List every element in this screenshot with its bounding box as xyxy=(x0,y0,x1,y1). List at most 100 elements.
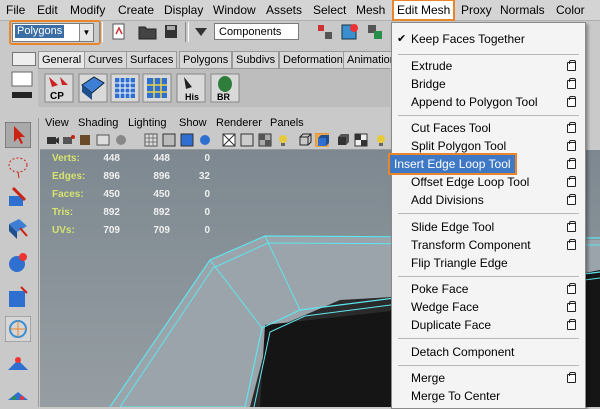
two-d-pan-icon[interactable] xyxy=(114,133,128,147)
xray-icon[interactable] xyxy=(222,133,236,147)
rotate-tool-icon[interactable] xyxy=(5,250,31,276)
wireframe-icon[interactable] xyxy=(162,133,176,147)
shelf-tab-polygons[interactable]: Polygons xyxy=(179,51,233,68)
chevron-down-icon[interactable]: ▼ xyxy=(79,24,93,41)
select-by-hierarchy-icon[interactable] xyxy=(316,23,334,41)
select-by-object-icon[interactable] xyxy=(340,22,360,42)
option-box-icon[interactable] xyxy=(567,78,576,89)
menu-item-extrude[interactable]: Extrude xyxy=(392,57,585,75)
panel-menu-panels[interactable]: Panels xyxy=(270,116,304,131)
panel-menu-shading[interactable]: Shading xyxy=(78,116,118,131)
shelf-tab-deformation[interactable]: Deformation xyxy=(279,51,347,68)
shaded-sphere-icon[interactable] xyxy=(198,133,212,147)
bookmark-icon[interactable] xyxy=(78,133,92,147)
panel-menu-lighting[interactable]: Lighting xyxy=(128,116,167,131)
menu-item-merge-to-center[interactable]: Merge To Center xyxy=(392,387,585,405)
shelf-tab-surfaces[interactable]: Surfaces xyxy=(126,51,178,68)
combine-cp-icon[interactable]: CP xyxy=(44,73,74,103)
menu-edit-mesh[interactable]: Edit Mesh xyxy=(392,0,456,21)
menu-item-poke-face[interactable]: Poke Face xyxy=(392,280,585,298)
select-by-component-icon[interactable] xyxy=(366,22,384,42)
menu-set-toggle[interactable] xyxy=(12,52,36,66)
selection-mask-field[interactable]: Components xyxy=(214,23,299,40)
bevel-icon[interactable]: BR xyxy=(210,73,240,103)
menu-item-detach-component[interactable]: Detach Component xyxy=(392,343,585,361)
menu-file[interactable]: File xyxy=(3,0,28,20)
selection-mask-arrow-icon[interactable] xyxy=(193,25,209,39)
menu-item-wedge-face[interactable]: Wedge Face xyxy=(392,298,585,316)
panel-menu-view[interactable]: View xyxy=(45,116,69,131)
menu-item-append-to-polygon-tool[interactable]: Append to Polygon Tool xyxy=(392,93,585,111)
menu-item-offset-edge-loop-tool[interactable]: Offset Edge Loop Tool xyxy=(392,173,585,191)
menu-item-insert-edge-loop-tool[interactable]: Insert Edge Loop Tool xyxy=(388,153,585,175)
grid-icon[interactable] xyxy=(110,73,140,103)
light-bulb-icon[interactable] xyxy=(374,133,388,147)
lasso-tool-icon[interactable] xyxy=(5,154,31,180)
mode-select[interactable]: Polygons ▼ xyxy=(12,23,94,42)
option-box-icon[interactable] xyxy=(567,239,576,250)
shelf-tab-subdivs[interactable]: Subdivs xyxy=(232,51,280,68)
menu-item-keep-faces-together[interactable]: ✔ Keep Faces Together xyxy=(392,30,585,48)
option-box-icon[interactable] xyxy=(567,221,576,232)
option-box-icon[interactable] xyxy=(567,140,576,151)
option-box-icon[interactable] xyxy=(567,60,576,71)
manipulator-icon[interactable] xyxy=(5,316,31,342)
smooth-shade-icon[interactable] xyxy=(180,133,194,147)
menu-item-bridge[interactable]: Bridge xyxy=(392,75,585,93)
move-tool-icon[interactable] xyxy=(5,216,31,242)
history-icon[interactable]: His xyxy=(176,73,206,103)
new-scene-icon[interactable] xyxy=(110,23,128,41)
option-box-icon[interactable] xyxy=(567,319,576,330)
menu-normals[interactable]: Normals xyxy=(497,0,548,20)
save-icon[interactable] xyxy=(163,23,179,41)
panel-menu-show[interactable]: Show xyxy=(179,116,207,131)
menu-window[interactable]: Window xyxy=(210,0,259,20)
menu-item-add-divisions[interactable]: Add Divisions xyxy=(392,191,585,209)
menu-assets[interactable]: Assets xyxy=(263,0,305,20)
option-box-icon[interactable] xyxy=(567,194,576,205)
menu-mesh[interactable]: Mesh xyxy=(353,0,388,20)
lighting-icon[interactable] xyxy=(276,133,290,147)
menu-item-merge[interactable]: Merge xyxy=(392,369,585,387)
paint-select-icon[interactable] xyxy=(5,184,31,210)
checker-icon[interactable] xyxy=(354,133,368,147)
option-box-icon[interactable] xyxy=(567,283,576,294)
last-tool-icon[interactable] xyxy=(5,380,31,406)
option-box-icon[interactable] xyxy=(567,96,576,107)
textured-icon[interactable] xyxy=(258,133,272,147)
isolate-icon[interactable] xyxy=(240,133,254,147)
camera-select-icon[interactable] xyxy=(46,133,60,147)
menu-select[interactable]: Select xyxy=(310,0,349,20)
grid-toggle-icon[interactable] xyxy=(144,133,158,147)
shelf-tab-curves[interactable]: Curves xyxy=(84,51,127,68)
menu-item-slide-edge-tool[interactable]: Slide Edge Tool xyxy=(392,218,585,236)
option-box-icon[interactable] xyxy=(567,158,576,169)
uv-icon[interactable] xyxy=(142,73,172,103)
option-box-icon[interactable] xyxy=(567,122,576,133)
menu-display[interactable]: Display xyxy=(161,0,206,20)
panel-menu-renderer[interactable]: Renderer xyxy=(216,116,262,131)
image-plane-icon[interactable] xyxy=(96,133,110,147)
menu-item-cut-faces-tool[interactable]: Cut Faces Tool xyxy=(392,119,585,137)
menu-item-flip-triangle-edge[interactable]: Flip Triangle Edge xyxy=(392,254,585,272)
option-box-icon[interactable] xyxy=(567,176,576,187)
wire-cube-icon[interactable] xyxy=(298,133,312,147)
scale-tool-icon[interactable] xyxy=(5,284,31,310)
menu-edit[interactable]: Edit xyxy=(34,0,61,20)
option-box-icon[interactable] xyxy=(567,372,576,383)
menu-create[interactable]: Create xyxy=(115,0,157,20)
open-folder-icon[interactable] xyxy=(138,23,158,41)
dark-cube-icon[interactable] xyxy=(336,133,350,147)
menu-item-transform-component[interactable]: Transform Component xyxy=(392,236,585,254)
extrude-icon[interactable] xyxy=(78,73,108,103)
menu-item-duplicate-face[interactable]: Duplicate Face xyxy=(392,316,585,334)
shelf-menu-icon[interactable] xyxy=(10,70,34,110)
shaded-cube-icon[interactable] xyxy=(315,133,329,147)
menu-proxy[interactable]: Proxy xyxy=(458,0,495,20)
shelf-tab-general[interactable]: General xyxy=(38,51,86,68)
menu-modify[interactable]: Modify xyxy=(67,0,108,20)
soft-mod-icon[interactable] xyxy=(5,350,31,376)
select-tool-icon[interactable] xyxy=(5,122,31,148)
camera-attributes-icon[interactable] xyxy=(62,133,76,147)
option-box-icon[interactable] xyxy=(567,301,576,312)
